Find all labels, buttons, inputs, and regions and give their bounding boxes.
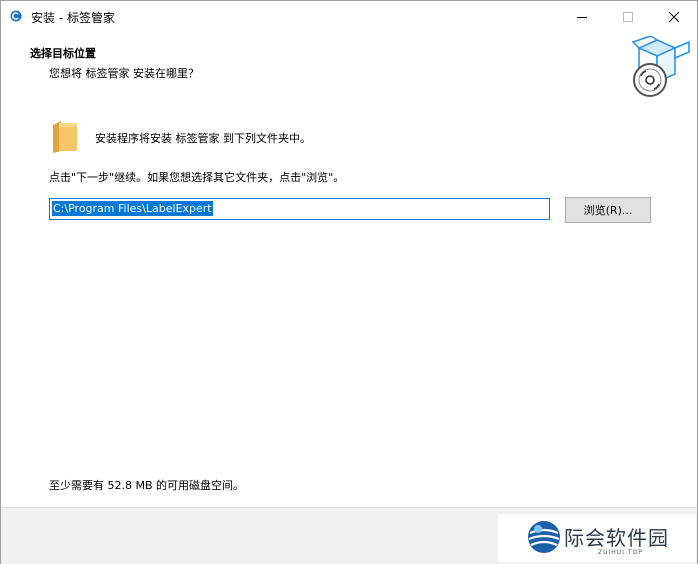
close-button[interactable] <box>651 1 697 32</box>
folder-icon <box>53 121 77 153</box>
watermark: 际会软件园 ZUIHUI.TOP <box>498 514 696 562</box>
disk-space-info: 至少需要有 52.8 MB 的可用磁盘空间。 <box>49 479 245 492</box>
install-path-input[interactable]: C:\Program Files\LabelExpert <box>49 198 550 220</box>
maximize-button[interactable] <box>605 1 651 32</box>
watermark-subtext: ZUIHUI.TOP <box>598 549 643 556</box>
minimize-button[interactable] <box>559 1 605 32</box>
install-box-disc-icon <box>631 36 690 97</box>
close-icon <box>669 11 679 22</box>
title-bar[interactable]: 安装 - 标签管家 <box>1 1 697 32</box>
install-info-text: 安装程序将安装 标签管家 到下列文件夹中。 <box>95 132 311 145</box>
page-title: 选择目标位置 <box>30 47 96 60</box>
installer-window: 安装 - 标签管家 选择目标位置 您想将 标签管家 安装在哪里？ 安装程序将安装… <box>0 0 698 564</box>
maximize-icon <box>623 11 633 22</box>
wizard-header: 选择目标位置 您想将 标签管家 安装在哪里？ <box>1 32 697 100</box>
browse-button[interactable]: 浏览(R)... <box>565 197 651 223</box>
window-title: 安装 - 标签管家 <box>31 11 115 25</box>
page-subtitle: 您想将 标签管家 安装在哪里？ <box>49 67 199 80</box>
watermark-text: 际会软件园 <box>564 526 669 550</box>
minimize-icon <box>577 16 587 18</box>
app-icon <box>10 10 22 22</box>
instruction-text: 点击"下一步"继续。如果您想选择其它文件夹，点击"浏览"。 <box>49 171 345 184</box>
globe-logo-icon <box>528 521 560 553</box>
install-path-value: C:\Program Files\LabelExpert <box>52 201 213 216</box>
